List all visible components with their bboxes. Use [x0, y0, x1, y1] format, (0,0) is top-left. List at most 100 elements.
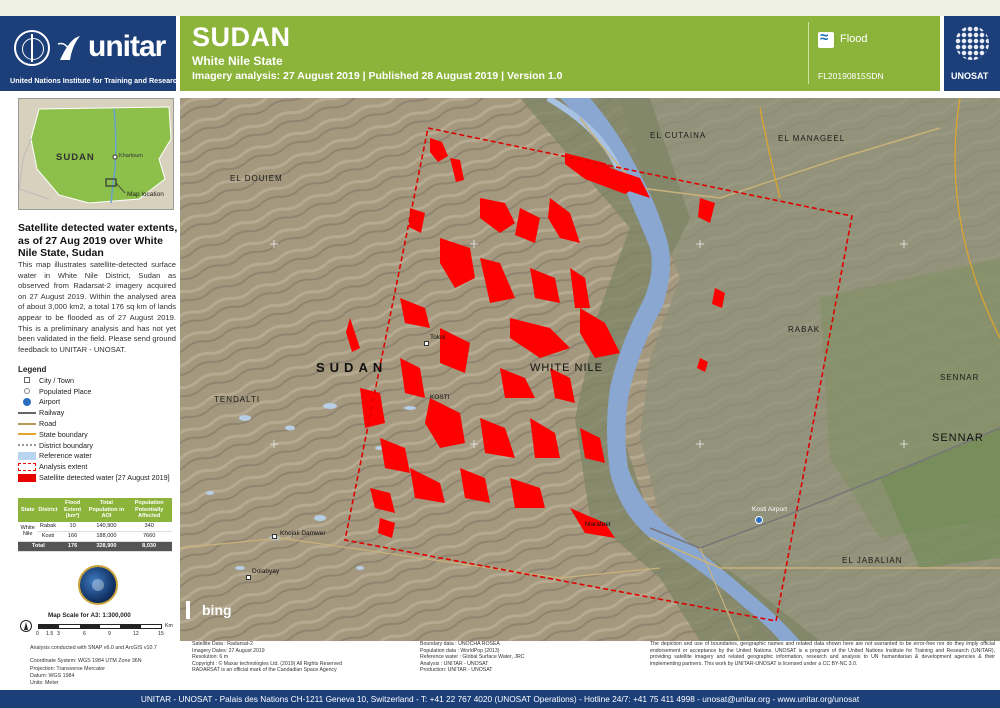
airport-icon: [23, 397, 31, 406]
table-header: Total Population in AOI: [86, 498, 127, 522]
airport-icon: [755, 516, 763, 524]
legend-label: State boundary: [39, 429, 88, 439]
legend-label: District boundary: [39, 440, 93, 450]
unosat-logo-block: UNOSAT: [944, 16, 1000, 91]
title-banner: SUDAN White Nile State Imagery analysis:…: [180, 16, 940, 91]
coordinate-info: Analysis conducted with SNAP v6.0 and Ar…: [30, 645, 180, 687]
main-map[interactable]: SUDAN WHITE NILE EL CUTAINA EL MANAGEEL …: [180, 98, 1000, 641]
meta-line: RADARSAT is an official mark of the Cand…: [192, 667, 337, 674]
total-affected: 8,030: [126, 541, 172, 552]
map-title: SUDAN: [192, 22, 291, 52]
panel-title: Satellite detected water extents, as of …: [18, 222, 178, 259]
bing-logo-icon: [186, 601, 200, 619]
meta-line: Analysis : UNITAR - UNOSAT: [420, 660, 489, 667]
state-boundary-icon: [18, 433, 36, 436]
district-cell: Rabak: [37, 521, 59, 532]
railway-symbol-icon: [18, 411, 36, 414]
map-label-dolabyay: Dolabyay: [252, 568, 280, 575]
map-label-sennar: SENNAR: [932, 432, 984, 444]
town-marker: [424, 341, 429, 346]
scale-tick: 15: [158, 631, 164, 637]
inset-capital-label: Khartoum: [119, 153, 143, 159]
total-population: 328,900: [86, 541, 127, 552]
road-symbol-icon: [18, 422, 36, 425]
legend-item-water: Reference water: [18, 451, 188, 462]
map-label-el-jabalian: EL JABALIAN: [842, 556, 903, 565]
scale-ticks: 0 1.5 3 6 9 12 15 Km: [36, 623, 173, 639]
unosat-globe-icon: [955, 26, 989, 60]
legend-item-railway: Railway: [18, 407, 188, 418]
event-type: Flood: [840, 33, 868, 45]
top-strip: [0, 0, 1000, 16]
state-cell: White Nile: [18, 521, 38, 542]
total-label: Total: [18, 541, 59, 552]
legend-item-town: City / Town: [18, 375, 188, 386]
inset-country-label: SUDAN: [56, 152, 95, 163]
legend-label: Road: [39, 419, 57, 429]
map-label-el-douiem: EL DOUIEM: [230, 174, 283, 183]
legend: City / Town Populated Place Airport Rail…: [18, 375, 188, 483]
flood-cell: 166: [58, 531, 87, 542]
meta-line: Datum: WGS 1984: [30, 672, 75, 679]
scale-bar: [38, 624, 162, 629]
legend-label: Airport: [39, 397, 61, 407]
scale-title: Map Scale for A3: 1:300,000: [48, 612, 131, 619]
population-cell: 140,900: [86, 521, 127, 532]
meta-line: Imagery Dates: 27 August 2019: [192, 647, 265, 654]
map-label-khojali: Khojali Damwer: [280, 530, 326, 537]
meta-line: Projection: Transverse Mercator: [30, 665, 106, 672]
table-row: Kosti 166 188,000 7660: [18, 531, 172, 542]
legend-label: Railway: [39, 408, 65, 418]
table-header: State: [18, 498, 38, 522]
flood-icon: [818, 29, 834, 48]
table-row: White Nile Rabak 10 140,900 340: [18, 521, 172, 542]
unosat-label: UNOSAT: [951, 71, 989, 81]
legend-item-flood: Satellite detected water [27 August 2019…: [18, 472, 188, 483]
disclaimer: The depiction and use of boundaries, geo…: [650, 641, 995, 667]
total-flood: 176: [58, 541, 87, 552]
meta-line: Analysis conducted with SNAP v6.0 and Ar…: [30, 645, 157, 651]
unosat-seal-icon: [78, 565, 118, 605]
legend-title: Legend: [18, 365, 47, 374]
legend-label: Analysis extent: [39, 462, 88, 472]
glide-code: FL20190815SDN: [818, 71, 884, 81]
north-arrow-icon: [20, 620, 32, 632]
location-inset-map: SUDAN Khartoum Map location: [18, 98, 174, 210]
meta-line: Resolution: 6 m: [192, 654, 229, 661]
legend-item-place: Populated Place: [18, 386, 188, 397]
meta-line: Units: Meter: [30, 680, 59, 687]
bing-logo-text: bing: [202, 602, 232, 618]
legend-label: Populated Place: [39, 386, 92, 396]
meta-line: Boundary data : UNOCHA ROSEA: [420, 641, 500, 647]
analysis-extent-icon: [18, 462, 36, 471]
unitar-full-name: United Nations Institute for Training an…: [10, 76, 182, 85]
meta-line: Copyright : © Maxar technologies Ltd. (2…: [192, 660, 343, 667]
meta-line: Population data : WorldPop (2013): [420, 647, 500, 654]
legend-item-extent: Analysis extent: [18, 461, 188, 472]
meta-line: Satellite Data : Radarsat-2: [192, 641, 253, 647]
meta-line: Production: UNITAR - UNOSAT: [420, 667, 493, 674]
imagery-info: Imagery analysis: 27 August 2019 | Publi…: [192, 70, 563, 82]
affected-cell: 340: [126, 521, 172, 532]
map-label-kosti: KOSTI: [430, 394, 450, 401]
place-symbol-icon: [24, 388, 30, 395]
flood-cell: 10: [58, 521, 87, 532]
legend-label: City / Town: [39, 375, 75, 385]
scale-tick: 6: [83, 631, 86, 637]
map-label-rabak: RABAK: [788, 325, 821, 334]
table-total-row: Total 176 328,900 8,030: [18, 541, 172, 552]
map-label-tokol: Tokol: [430, 334, 446, 341]
unitar-wordmark: unitar: [88, 30, 166, 63]
legend-item-airport: Airport: [18, 397, 188, 408]
legend-item-road: Road: [18, 418, 188, 429]
map-label-el-manageel: EL MANAGEEL: [778, 134, 846, 143]
affected-cell: 7660: [126, 531, 172, 542]
town-symbol-icon: [24, 377, 30, 384]
panel-description: This map illustrates satellite-detected …: [18, 260, 176, 354]
district-cell: Kosti: [37, 531, 59, 542]
town-marker: [272, 534, 277, 539]
map-label-country: SUDAN: [316, 360, 388, 375]
un-emblem-icon: [14, 30, 50, 66]
table-header: Flood Extent (km²): [58, 498, 87, 522]
map-label-sennar-small: SENNAR: [940, 373, 980, 382]
